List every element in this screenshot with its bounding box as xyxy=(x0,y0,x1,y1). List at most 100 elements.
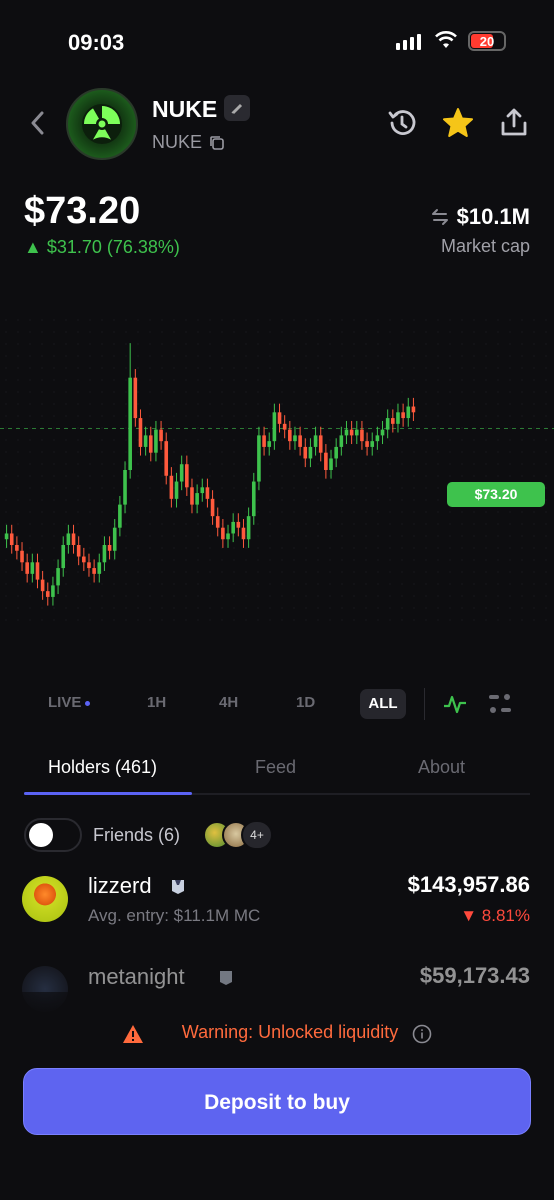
candle xyxy=(20,542,24,571)
grid-dot xyxy=(125,331,127,333)
grid-dot xyxy=(245,391,247,393)
grid-dot xyxy=(473,583,475,585)
star-icon[interactable] xyxy=(441,106,475,140)
back-chevron-icon[interactable] xyxy=(28,108,48,138)
grid-dot xyxy=(269,559,271,561)
grid-dot xyxy=(53,439,55,441)
grid-dot xyxy=(425,355,427,357)
copy-icon[interactable] xyxy=(208,134,226,152)
grid-dot xyxy=(101,619,103,621)
grid-dot xyxy=(461,619,463,621)
grid-dot xyxy=(41,499,43,501)
grid-dot xyxy=(197,403,199,405)
timeframe-all[interactable]: ALL xyxy=(360,689,406,719)
grid-dot xyxy=(173,463,175,465)
friends-more-badge[interactable]: 4+ xyxy=(241,820,273,850)
tab-about[interactable]: About xyxy=(418,757,465,778)
grid-dot xyxy=(413,595,415,597)
grid-dot xyxy=(425,463,427,465)
grid-dot xyxy=(29,535,31,537)
grid-dot xyxy=(413,559,415,561)
grid-dot xyxy=(113,607,115,609)
grid-dot xyxy=(473,403,475,405)
swap-arrows-icon[interactable] xyxy=(430,207,450,227)
candle-chart-icon[interactable] xyxy=(487,692,513,716)
grid-dot xyxy=(233,391,235,393)
grid-dot xyxy=(545,343,547,345)
grid-dot xyxy=(149,379,151,381)
grid-dot xyxy=(329,415,331,417)
timeframe-1d[interactable]: 1D xyxy=(296,694,315,711)
timeframe-live[interactable]: LIVE xyxy=(48,694,91,711)
tab-feed[interactable]: Feed xyxy=(255,757,296,778)
grid-dot xyxy=(305,607,307,609)
grid-dot xyxy=(53,319,55,321)
grid-dot xyxy=(521,391,523,393)
grid-dot xyxy=(365,439,367,441)
grid-dot xyxy=(269,583,271,585)
price-tag: $73.20 xyxy=(447,482,545,507)
grid-dot xyxy=(317,475,319,477)
grid-dot xyxy=(17,583,19,585)
grid-dot xyxy=(161,535,163,537)
grid-dot xyxy=(221,439,223,441)
grid-dot xyxy=(521,331,523,333)
grid-dot xyxy=(377,583,379,585)
grid-dot xyxy=(113,475,115,477)
grid-dot xyxy=(449,559,451,561)
grid-dot xyxy=(521,571,523,573)
grid-dot xyxy=(365,379,367,381)
tab-holders[interactable]: Holders (461) xyxy=(48,757,157,778)
grid-dot xyxy=(89,379,91,381)
grid-dot xyxy=(101,379,103,381)
candle xyxy=(61,536,66,577)
grid-dot xyxy=(89,391,91,393)
grid-dot xyxy=(377,331,379,333)
deposit-button[interactable]: Deposit to buy xyxy=(23,1068,531,1135)
grid-dot xyxy=(125,607,127,609)
edit-pen-icon[interactable] xyxy=(224,95,250,121)
grid-dot xyxy=(413,463,415,465)
grid-dot xyxy=(329,607,331,609)
grid-dot xyxy=(521,511,523,513)
price-chart[interactable] xyxy=(0,300,554,660)
grid-dot xyxy=(245,367,247,369)
grid-dot xyxy=(101,487,103,489)
grid-dot xyxy=(545,403,547,405)
candle xyxy=(375,426,380,450)
grid-dot xyxy=(413,451,415,453)
share-icon[interactable] xyxy=(497,106,531,140)
grid-dot xyxy=(365,547,367,549)
grid-dot xyxy=(317,427,319,429)
grid-dot xyxy=(413,391,415,393)
grid-dot xyxy=(209,595,211,597)
grid-dot xyxy=(389,379,391,381)
grid-dot xyxy=(509,379,511,381)
grid-dot xyxy=(533,439,535,441)
grid-dot xyxy=(545,319,547,321)
timeframe-divider xyxy=(424,688,425,720)
grid-dot xyxy=(533,607,535,609)
grid-dot xyxy=(89,367,91,369)
friends-toggle[interactable] xyxy=(24,818,82,852)
grid-dot xyxy=(437,319,439,321)
grid-dot xyxy=(485,511,487,513)
grid-dot xyxy=(317,511,319,513)
timeframe-1h[interactable]: 1H xyxy=(147,694,166,711)
grid-dot xyxy=(137,583,139,585)
history-icon[interactable] xyxy=(385,106,419,140)
grid-dot xyxy=(329,403,331,405)
info-icon[interactable] xyxy=(412,1024,432,1044)
grid-dot xyxy=(173,607,175,609)
line-chart-icon[interactable] xyxy=(442,692,468,716)
grid-dot xyxy=(77,583,79,585)
grid-dot xyxy=(389,403,391,405)
timeframe-4h[interactable]: 4H xyxy=(219,694,238,711)
grid-dot xyxy=(473,475,475,477)
grid-dot xyxy=(41,331,43,333)
grid-dot xyxy=(533,331,535,333)
grid-dot xyxy=(269,619,271,621)
grid-dot xyxy=(245,451,247,453)
grid-dot xyxy=(221,595,223,597)
grid-dot xyxy=(329,559,331,561)
